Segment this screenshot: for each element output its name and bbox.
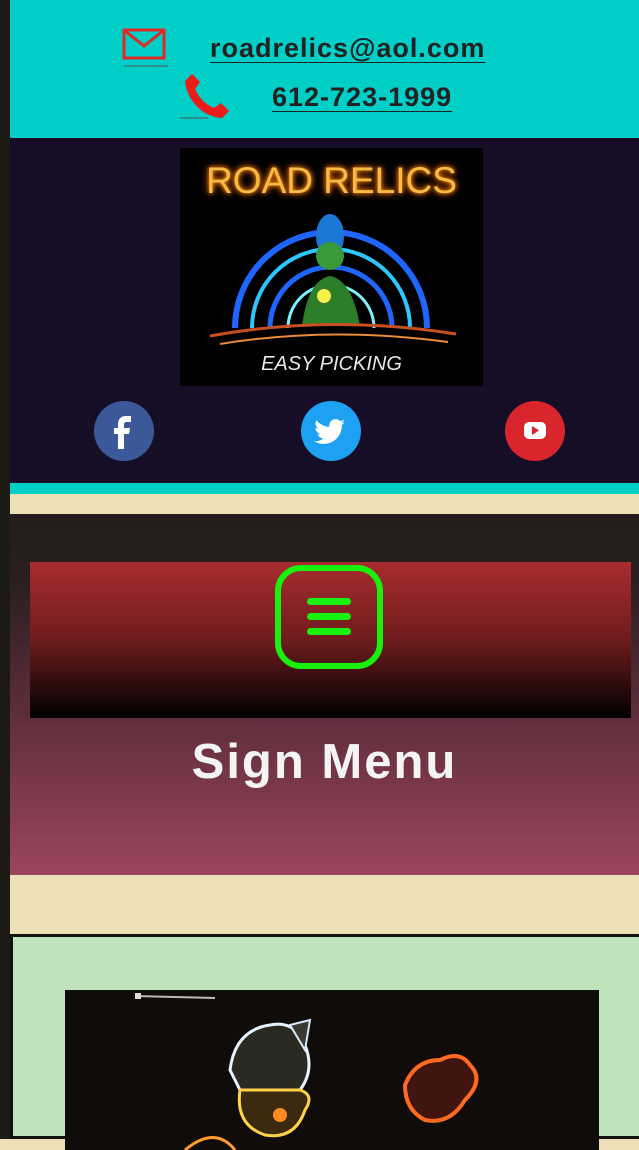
menu-bar — [30, 562, 631, 718]
email-row[interactable]: roadrelics@aol.com — [122, 26, 485, 70]
envelope-icon[interactable] — [122, 26, 170, 70]
facebook-icon — [114, 416, 131, 449]
youtube-icon — [524, 422, 546, 439]
teal-divider — [10, 483, 639, 494]
logo-tagline: EASY PICKING — [261, 353, 402, 375]
featured-image-card — [10, 934, 639, 1150]
youtube-button[interactable] — [505, 401, 565, 461]
road-relics-logo[interactable]: ROAD RELICS EASY PICKING — [180, 148, 483, 386]
twitter-icon — [314, 419, 345, 444]
logo-band: ROAD RELICS EASY PICKING — [10, 138, 639, 483]
neon-figure-graphic — [209, 214, 457, 345]
neon-chef-graphic — [134, 993, 479, 1150]
facebook-button[interactable] — [94, 401, 154, 461]
phone-row[interactable]: 612-723-1999 — [178, 72, 452, 122]
left-edge-strip — [0, 0, 10, 1139]
phone-link[interactable]: 612-723-1999 — [272, 82, 452, 113]
neon-sign-photo[interactable] — [65, 990, 599, 1150]
contact-bar: roadrelics@aol.com 612-723-1999 — [10, 0, 639, 138]
sign-menu-label: Sign Menu — [191, 735, 458, 789]
twitter-button[interactable] — [301, 401, 361, 461]
hamburger-menu-button[interactable] — [275, 565, 383, 669]
phone-icon[interactable] — [178, 72, 232, 122]
email-link[interactable]: roadrelics@aol.com — [210, 33, 485, 64]
menu-section: Sign Menu — [10, 514, 639, 875]
